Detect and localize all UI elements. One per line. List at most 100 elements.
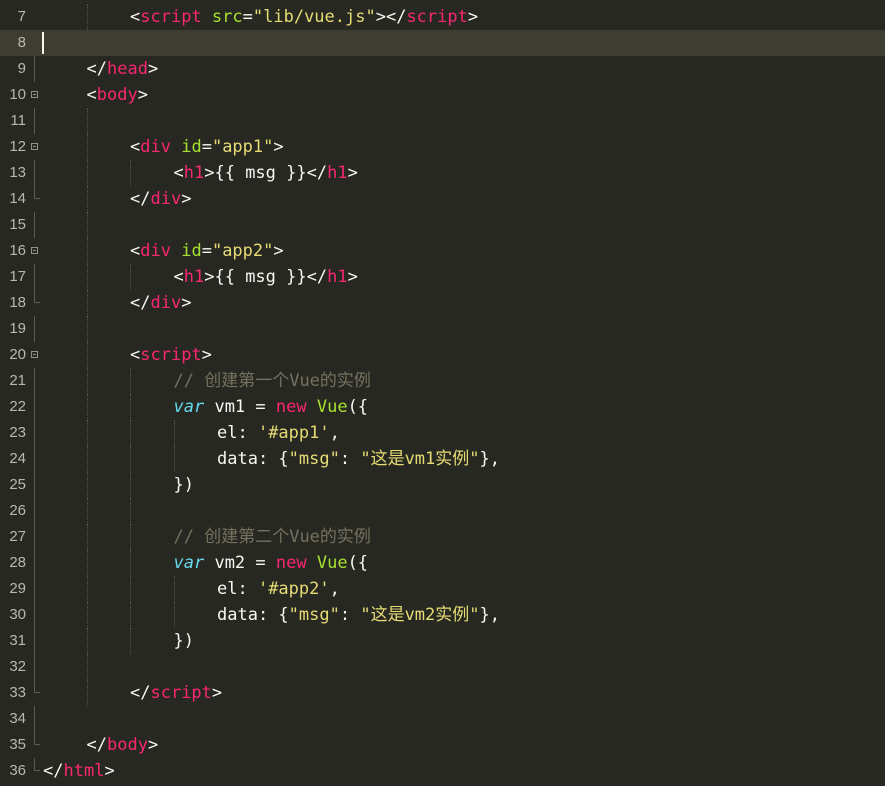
line-number: 16 bbox=[9, 242, 26, 259]
code-line[interactable]: 20 <script> bbox=[0, 342, 885, 368]
code-line[interactable]: 17 <h1>{{ msg }}</h1> bbox=[0, 264, 885, 290]
code-line[interactable]: 12 <div id="app1"> bbox=[0, 134, 885, 160]
code-token: var bbox=[173, 397, 205, 417]
fold-guide bbox=[34, 654, 35, 680]
fold-end-marker bbox=[34, 758, 40, 771]
code-line[interactable]: 18 </div> bbox=[0, 290, 885, 316]
line-number: 15 bbox=[9, 216, 26, 233]
code-line[interactable]: 13 <h1>{{ msg }}</h1> bbox=[0, 160, 885, 186]
indent-guide bbox=[130, 576, 131, 602]
fold-guide bbox=[34, 56, 35, 82]
code-token: Vue bbox=[316, 553, 348, 573]
code-token: ({ bbox=[347, 553, 369, 573]
code-line[interactable]: 29 el: '#app2', bbox=[0, 576, 885, 602]
code-token: , bbox=[329, 579, 340, 599]
line-number: 13 bbox=[9, 164, 26, 181]
code-token: }) bbox=[173, 475, 194, 495]
code-line[interactable]: 33 </script> bbox=[0, 680, 885, 706]
code-text: </script> bbox=[130, 680, 222, 706]
code-token: body bbox=[96, 85, 138, 105]
code-line[interactable]: 25}) bbox=[0, 472, 885, 498]
code-line[interactable]: 19 bbox=[0, 316, 885, 342]
code-text: </html> bbox=[43, 758, 115, 784]
line-number: 18 bbox=[9, 294, 26, 311]
fold-end-marker bbox=[34, 732, 40, 745]
code-text: // 创建第一个Vue的实例 bbox=[174, 368, 371, 394]
code-token: > bbox=[104, 761, 115, 781]
code-token: vm2 = bbox=[204, 553, 276, 573]
code-token: script bbox=[150, 683, 212, 703]
fold-guide bbox=[34, 160, 35, 186]
code-line[interactable]: 10 <body> bbox=[0, 82, 885, 108]
code-line[interactable]: 9 </head> bbox=[0, 56, 885, 82]
indent-guide bbox=[86, 342, 88, 368]
fold-guide bbox=[34, 628, 35, 654]
code-line[interactable]: 14 </div> bbox=[0, 186, 885, 212]
code-token: </ bbox=[130, 683, 151, 703]
code-line[interactable]: 30 data: {"msg": "这是vm2实例"}, bbox=[0, 602, 885, 628]
code-line[interactable]: 32 bbox=[0, 654, 885, 680]
indent-guide bbox=[86, 212, 88, 238]
code-line[interactable]: 22 var vm1 = new Vue({ bbox=[0, 394, 885, 420]
code-text: data: {"msg": "这是vm2实例"}, bbox=[217, 602, 500, 628]
code-line[interactable]: 26 bbox=[0, 498, 885, 524]
code-editor[interactable]: 7 <script src="lib/vue.js"></script> 8 9 </h… bbox=[0, 0, 885, 786]
line-number: 8 bbox=[17, 34, 26, 51]
code-token: "msg" bbox=[288, 605, 340, 625]
code-line[interactable]: 8 bbox=[0, 30, 885, 56]
indent-guide bbox=[86, 160, 88, 186]
code-text: </div> bbox=[130, 186, 191, 212]
code-token: < bbox=[130, 345, 141, 365]
code-text: <script src="lib/vue.js"></script> bbox=[130, 4, 478, 30]
line-number: 28 bbox=[9, 554, 26, 571]
code-token: > bbox=[201, 345, 212, 365]
code-line[interactable]: 7 <script src="lib/vue.js"></script> bbox=[0, 4, 885, 30]
code-line[interactable]: 36 </html> bbox=[0, 758, 885, 784]
fold-guide bbox=[34, 706, 35, 732]
code-token: > bbox=[347, 163, 358, 183]
code-line[interactable]: 23 el: '#app1', bbox=[0, 420, 885, 446]
text-caret bbox=[42, 32, 44, 54]
line-number: 7 bbox=[17, 8, 26, 25]
code-text: </head> bbox=[87, 56, 159, 82]
code-token: < bbox=[173, 267, 184, 287]
code-text: el: '#app2', bbox=[217, 576, 340, 602]
code-line[interactable]: 21 // 创建第一个Vue的实例 bbox=[0, 368, 885, 394]
indent-guide bbox=[130, 524, 131, 550]
code-token: html bbox=[63, 761, 105, 781]
code-token: > bbox=[147, 735, 159, 755]
code-text: el: '#app1', bbox=[217, 420, 340, 446]
code-text: }) bbox=[174, 628, 194, 654]
code-token: div bbox=[140, 137, 171, 157]
code-token: div bbox=[150, 189, 182, 209]
fold-toggle-icon[interactable] bbox=[31, 351, 38, 358]
line-number: 32 bbox=[9, 658, 26, 675]
code-token: '#app1' bbox=[257, 423, 330, 443]
fold-toggle-icon[interactable] bbox=[31, 143, 38, 150]
code-line[interactable]: 34 bbox=[0, 706, 885, 732]
code-line[interactable]: 16 <div id="app2"> bbox=[0, 238, 885, 264]
indent-guide bbox=[130, 446, 131, 472]
indent-guide bbox=[86, 316, 88, 342]
code-line[interactable]: 15 bbox=[0, 212, 885, 238]
code-line[interactable]: 35 </body> bbox=[0, 732, 885, 758]
code-token: ({ bbox=[347, 397, 369, 417]
code-line[interactable]: 31}) bbox=[0, 628, 885, 654]
indent-guide bbox=[86, 576, 88, 602]
code-line[interactable]: 28 var vm2 = new Vue({ bbox=[0, 550, 885, 576]
code-token: = bbox=[201, 241, 212, 261]
fold-toggle-icon[interactable] bbox=[31, 247, 38, 254]
indent-guide bbox=[86, 4, 88, 30]
indent-guide bbox=[86, 654, 88, 680]
line-number: 27 bbox=[9, 528, 26, 545]
code-token: h1 bbox=[183, 267, 205, 287]
code-line[interactable]: 24 data: {"msg": "这是vm1实例"}, bbox=[0, 446, 885, 472]
fold-toggle-icon[interactable] bbox=[31, 91, 38, 98]
code-line[interactable]: 27 // 创建第二个Vue的实例 bbox=[0, 524, 885, 550]
indent-guide bbox=[86, 186, 88, 212]
code-text: <h1>{{ msg }}</h1> bbox=[174, 264, 358, 290]
code-line[interactable]: 11 bbox=[0, 108, 885, 134]
code-token: </ bbox=[86, 735, 107, 755]
